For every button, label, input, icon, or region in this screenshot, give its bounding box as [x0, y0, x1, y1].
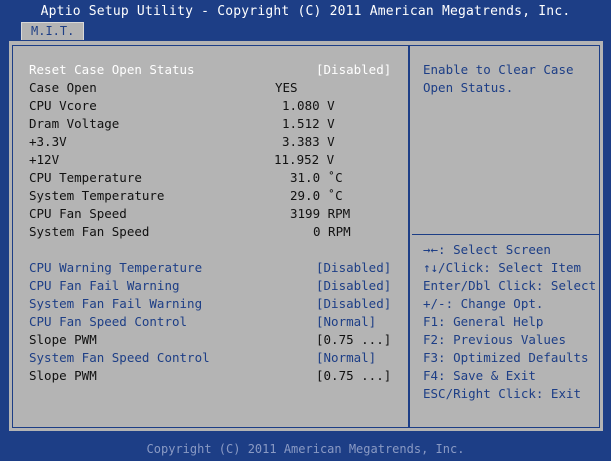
- help-key-general-help: F1: General Help: [423, 314, 544, 329]
- setting-label: Case Open: [29, 80, 97, 95]
- setting-value: 29.0 ˚C: [290, 188, 343, 203]
- app-title: Aptio Setup Utility - Copyright (C) 2011…: [40, 4, 571, 19]
- setting-value: 0 RPM: [313, 224, 351, 239]
- setting-label: CPU Fan Fail Warning: [29, 278, 180, 293]
- help-key-select-screen: →←: Select Screen: [423, 242, 551, 257]
- setting-label: System Fan Speed: [29, 224, 150, 239]
- setting-row-case-open: Case Open YES: [29, 80, 399, 98]
- setting-value[interactable]: [Disabled]: [316, 296, 391, 311]
- setting-value: YES: [275, 80, 298, 95]
- setting-row-dram-voltage: Dram Voltage 1.512 V: [29, 116, 399, 134]
- setting-value[interactable]: [0.75 ...]: [316, 332, 391, 347]
- setting-row-system-fan-fail[interactable]: System Fan Fail Warning [Disabled]: [29, 296, 399, 314]
- setting-value: 3.383 V: [282, 134, 335, 149]
- help-key-select: Enter/Dbl Click: Select: [423, 278, 597, 293]
- setting-row-3v3: +3.3V 3.383 V: [29, 134, 399, 152]
- help-description-line: Enable to Clear Case: [423, 62, 574, 77]
- setting-label: +3.3V: [29, 134, 67, 149]
- help-separator: [412, 234, 600, 235]
- setting-label: Dram Voltage: [29, 116, 120, 131]
- setting-label: Reset Case Open Status: [29, 62, 195, 77]
- setting-row-cpu-vcore: CPU Vcore 1.080 V: [29, 98, 399, 116]
- setting-row-system-fan-speed: System Fan Speed 0 RPM: [29, 224, 399, 242]
- setting-row-system-fan-control[interactable]: System Fan Speed Control [Normal]: [29, 350, 399, 368]
- setting-value: 1.512 V: [282, 116, 335, 131]
- help-key-previous-values: F2: Previous Values: [423, 332, 566, 347]
- setting-row-cpu-fan-fail[interactable]: CPU Fan Fail Warning [Disabled]: [29, 278, 399, 296]
- setting-row-cpu-warning-temp[interactable]: CPU Warning Temperature [Disabled]: [29, 260, 399, 278]
- setting-row-reset-case-open[interactable]: Reset Case Open Status [Disabled]: [29, 62, 399, 80]
- setting-value: 11.952 V: [274, 152, 335, 167]
- setting-label: +12V: [29, 152, 60, 167]
- setting-value: 1.080 V: [282, 98, 335, 113]
- setting-label: CPU Fan Speed: [29, 206, 127, 221]
- help-key-change-opt: +/-: Change Opt.: [423, 296, 544, 311]
- tab-mit[interactable]: M.I.T.: [21, 22, 85, 40]
- setting-label: CPU Warning Temperature: [29, 260, 203, 275]
- setting-value[interactable]: [Disabled]: [316, 62, 391, 77]
- header-bar: Aptio Setup Utility - Copyright (C) 2011…: [0, 0, 611, 40]
- setting-label: System Fan Fail Warning: [29, 296, 203, 311]
- setting-row-cpu-temp: CPU Temperature 31.0 ˚C: [29, 170, 399, 188]
- setting-label: Slope PWM: [29, 368, 97, 383]
- help-key-exit: ESC/Right Click: Exit: [423, 386, 582, 401]
- setting-row-cpu-fan-control[interactable]: CPU Fan Speed Control [Normal]: [29, 314, 399, 332]
- setting-label: Slope PWM: [29, 332, 97, 347]
- setting-value[interactable]: [0.75 ...]: [316, 368, 391, 383]
- setting-value: 3199 RPM: [290, 206, 351, 221]
- setting-row-cpu-fan-speed: CPU Fan Speed 3199 RPM: [29, 206, 399, 224]
- setting-label: System Fan Speed Control: [29, 350, 210, 365]
- setting-value[interactable]: [Disabled]: [316, 260, 391, 275]
- help-key-select-item: ↑↓/Click: Select Item: [423, 260, 582, 275]
- setting-value[interactable]: [Disabled]: [316, 278, 391, 293]
- setting-value[interactable]: [Normal]: [316, 314, 376, 329]
- setting-value: 31.0 ˚C: [290, 170, 343, 185]
- setting-row-slope-pwm-cpu[interactable]: Slope PWM [0.75 ...]: [29, 332, 399, 350]
- setting-label: System Temperature: [29, 188, 165, 203]
- setting-row-12v: +12V 11.952 V: [29, 152, 399, 170]
- setting-label: CPU Fan Speed Control: [29, 314, 188, 329]
- footer-copyright: Copyright (C) 2011 American Megatrends, …: [0, 438, 611, 461]
- setting-value[interactable]: [Normal]: [316, 350, 376, 365]
- setting-label: CPU Vcore: [29, 98, 97, 113]
- help-key-save-exit: F4: Save & Exit: [423, 368, 536, 383]
- help-description-line: Open Status.: [423, 80, 514, 95]
- setting-row-system-temp: System Temperature 29.0 ˚C: [29, 188, 399, 206]
- help-key-optimized-defaults: F3: Optimized Defaults: [423, 350, 589, 365]
- panel-divider: [408, 45, 410, 428]
- setting-label: CPU Temperature: [29, 170, 142, 185]
- setting-row-slope-pwm-system[interactable]: Slope PWM [0.75 ...]: [29, 368, 399, 386]
